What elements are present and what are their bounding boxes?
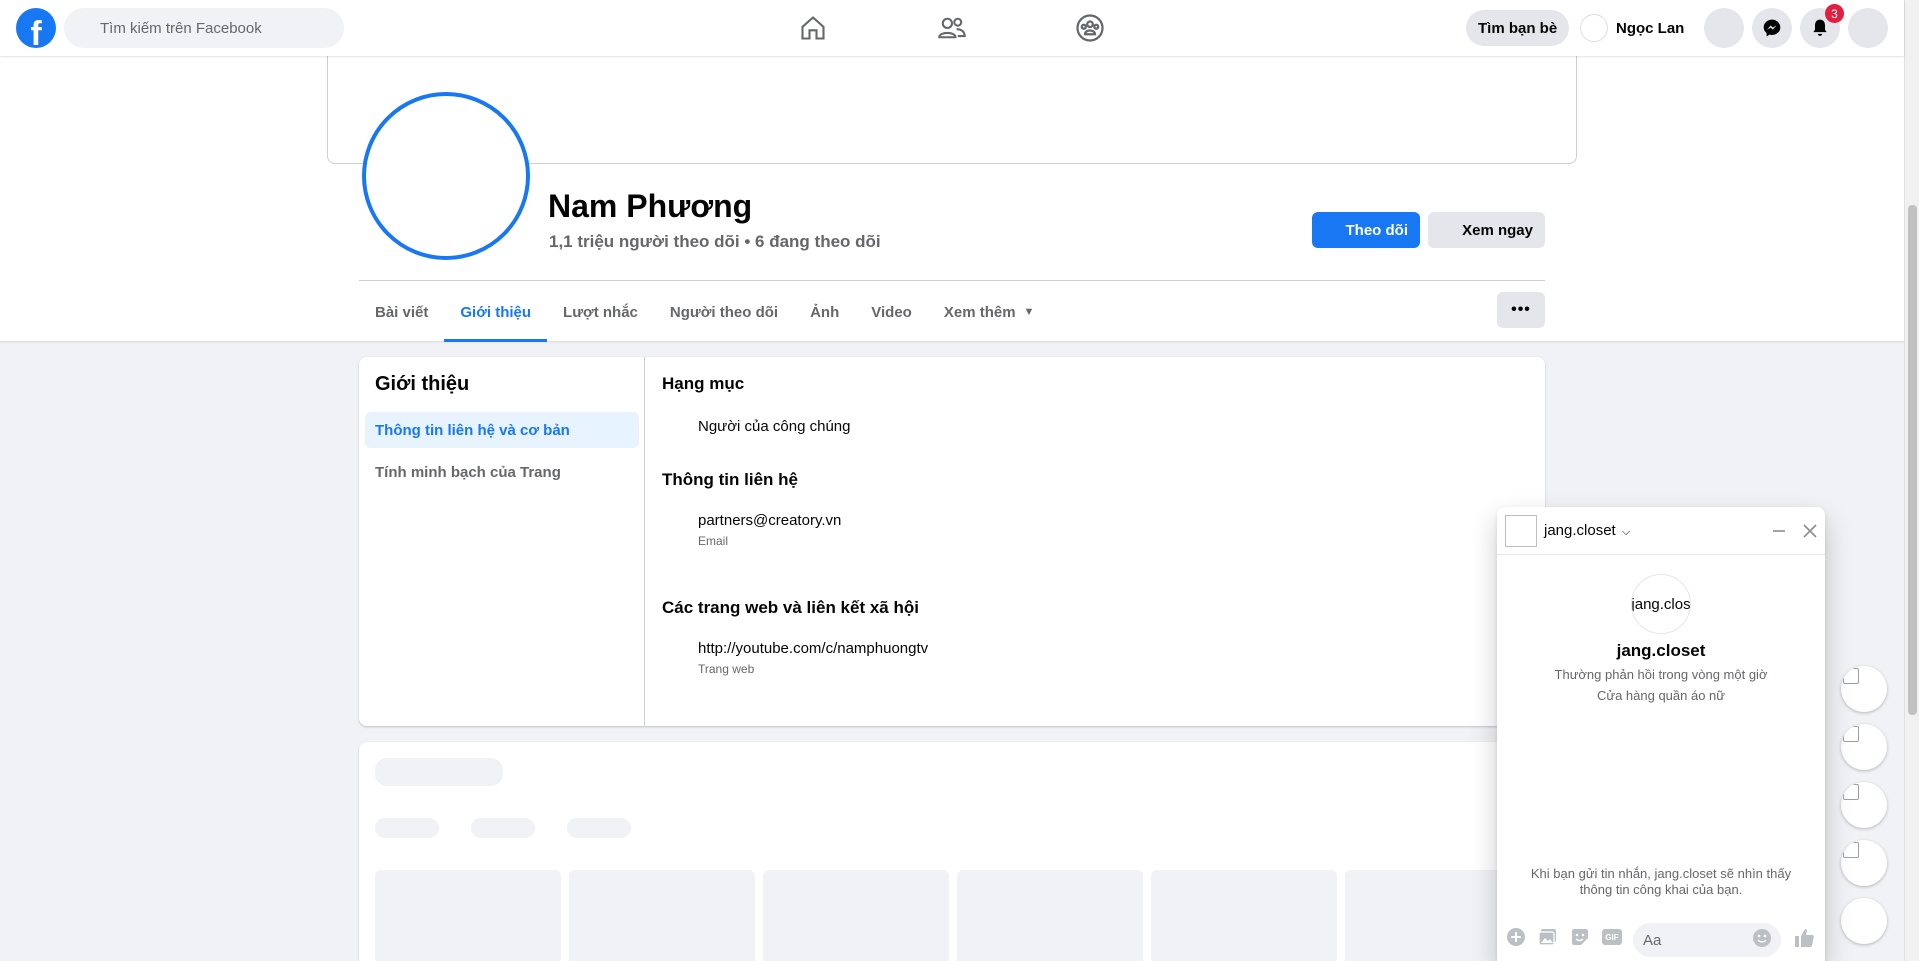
tab-about[interactable]: Giới thiệu bbox=[444, 282, 547, 342]
chat-window: jang.closet ⌵ jang.clos jang.closet Thườ… bbox=[1497, 507, 1825, 961]
divider bbox=[359, 280, 1545, 281]
chat-head[interactable] bbox=[1841, 840, 1887, 886]
caret-down-icon: ▼ bbox=[1023, 306, 1035, 318]
email-value[interactable]: partners@creatory.vn bbox=[698, 512, 841, 529]
skeleton-tab bbox=[375, 818, 439, 838]
scrollbar-thumb[interactable] bbox=[1908, 205, 1917, 715]
find-friends-button[interactable]: Tìm bạn bè bbox=[1466, 10, 1570, 46]
websites-heading: Các trang web và liên kết xã hội bbox=[662, 598, 919, 617]
chat-privacy-note: Khi bạn gửi tin nhắn, jang.closet sẽ nhì… bbox=[1530, 866, 1792, 897]
emoji-icon[interactable] bbox=[1751, 927, 1773, 949]
chat-reply-time: Thường phản hồi trong vòng một giờ bbox=[1554, 667, 1768, 682]
category-heading: Hạng mục bbox=[662, 374, 745, 393]
messenger-icon[interactable] bbox=[1752, 8, 1792, 48]
like-icon[interactable] bbox=[1793, 927, 1815, 949]
chat-composer: GIF Aa bbox=[1497, 915, 1825, 961]
about-sidebar: Giới thiệu Thông tin liên hệ và cơ bản T… bbox=[359, 357, 645, 726]
bell-icon bbox=[1813, 19, 1827, 36]
search-placeholder: Tìm kiếm trên Facebook bbox=[100, 19, 262, 37]
tab-videos[interactable]: Video bbox=[855, 282, 928, 342]
notification-badge: 3 bbox=[1825, 4, 1844, 23]
friends-icon[interactable] bbox=[936, 12, 968, 44]
broken-image-icon bbox=[1843, 726, 1859, 742]
plus-icon[interactable] bbox=[1505, 926, 1527, 948]
follower-count: 1,1 triệu người theo dõi • 6 đang theo d… bbox=[549, 232, 881, 251]
tab-followers[interactable]: Người theo dõi bbox=[654, 282, 794, 342]
tab-mentions[interactable]: Lượt nhắc bbox=[547, 282, 654, 342]
home-icon[interactable] bbox=[797, 12, 829, 44]
search-input[interactable]: Tìm kiếm trên Facebook bbox=[64, 8, 344, 48]
chat-avatar[interactable] bbox=[1505, 515, 1537, 547]
new-message-button[interactable] bbox=[1841, 898, 1887, 944]
chat-head[interactable] bbox=[1841, 724, 1887, 770]
user-name: Ngọc Lan bbox=[1616, 19, 1685, 37]
sticker-icon[interactable] bbox=[1569, 926, 1591, 948]
email-label: Email bbox=[698, 534, 729, 548]
skeleton-tile bbox=[375, 870, 561, 961]
tab-more[interactable]: Xem thêm ▼ bbox=[928, 282, 1051, 342]
about-nav-contact[interactable]: Thông tin liên hệ và cơ bản bbox=[365, 412, 639, 448]
avatar bbox=[1580, 14, 1608, 42]
groups-icon[interactable] bbox=[1074, 12, 1106, 44]
skeleton-tile bbox=[957, 870, 1143, 961]
skeleton-tab bbox=[567, 818, 631, 838]
skeleton-tab bbox=[471, 818, 535, 838]
broken-image-icon bbox=[1843, 668, 1859, 684]
skeleton-tile bbox=[569, 870, 755, 961]
page-title: Nam Phương bbox=[548, 188, 753, 224]
notifications-button[interactable]: 3 bbox=[1800, 4, 1844, 48]
chat-name-button[interactable]: jang.closet ⌵ bbox=[1544, 522, 1630, 539]
photo-icon[interactable] bbox=[1537, 926, 1559, 948]
chevron-down-icon: ⌵ bbox=[1621, 526, 1631, 538]
chat-header: jang.closet ⌵ bbox=[1497, 507, 1825, 555]
category-value: Người của công chúng bbox=[698, 418, 851, 435]
skeleton-title bbox=[375, 758, 503, 786]
chat-profile-name: jang.closet bbox=[1616, 641, 1706, 660]
user-profile-chip[interactable]: Ngọc Lan bbox=[1580, 12, 1684, 44]
tab-posts[interactable]: Bài viết bbox=[359, 282, 444, 342]
top-navigation-bar: f Tìm kiếm trên Facebook Tìm bạn bè Ngọc… bbox=[0, 0, 1904, 56]
profile-picture[interactable] bbox=[362, 92, 530, 260]
follow-button[interactable]: Theo dõi bbox=[1312, 212, 1420, 248]
broken-image-icon bbox=[1843, 842, 1859, 858]
gif-icon[interactable]: GIF bbox=[1601, 926, 1623, 948]
close-icon[interactable] bbox=[1798, 519, 1822, 543]
tab-photos[interactable]: Ảnh bbox=[794, 282, 855, 342]
chat-profile-avatar[interactable]: jang.clos bbox=[1631, 574, 1691, 634]
about-title: Giới thiệu bbox=[375, 373, 470, 395]
chat-head[interactable] bbox=[1841, 666, 1887, 712]
chat-description: Cửa hàng quần áo nữ bbox=[1596, 688, 1725, 703]
profile-tabs: Bài viết Giới thiệu Lượt nhắc Người theo… bbox=[359, 282, 1050, 342]
profile-header: Nam Phương 1,1 triệu người theo dõi • 6 … bbox=[0, 56, 1904, 342]
skeleton-tile bbox=[763, 870, 949, 961]
account-button[interactable] bbox=[1848, 8, 1888, 48]
menu-button[interactable] bbox=[1704, 8, 1744, 48]
website-link[interactable]: http://youtube.com/c/namphuongtv bbox=[698, 640, 928, 657]
broken-image-icon bbox=[1843, 784, 1859, 800]
page-scrollbar[interactable] bbox=[1904, 0, 1919, 961]
chat-head[interactable] bbox=[1841, 782, 1887, 828]
skeleton-tile bbox=[1151, 870, 1337, 961]
about-nav-transparency[interactable]: Tính minh bạch của Trang bbox=[365, 454, 639, 490]
view-now-button[interactable]: Xem ngay bbox=[1428, 212, 1545, 248]
website-label: Trang web bbox=[698, 662, 755, 676]
more-options-button[interactable]: ••• bbox=[1497, 292, 1545, 328]
contact-heading: Thông tin liên hệ bbox=[662, 470, 798, 489]
facebook-logo-icon[interactable]: f bbox=[16, 8, 56, 48]
about-card: Giới thiệu Thông tin liên hệ và cơ bản T… bbox=[359, 357, 1545, 726]
loading-skeleton-card bbox=[359, 742, 1545, 961]
minimize-icon[interactable] bbox=[1767, 519, 1791, 543]
